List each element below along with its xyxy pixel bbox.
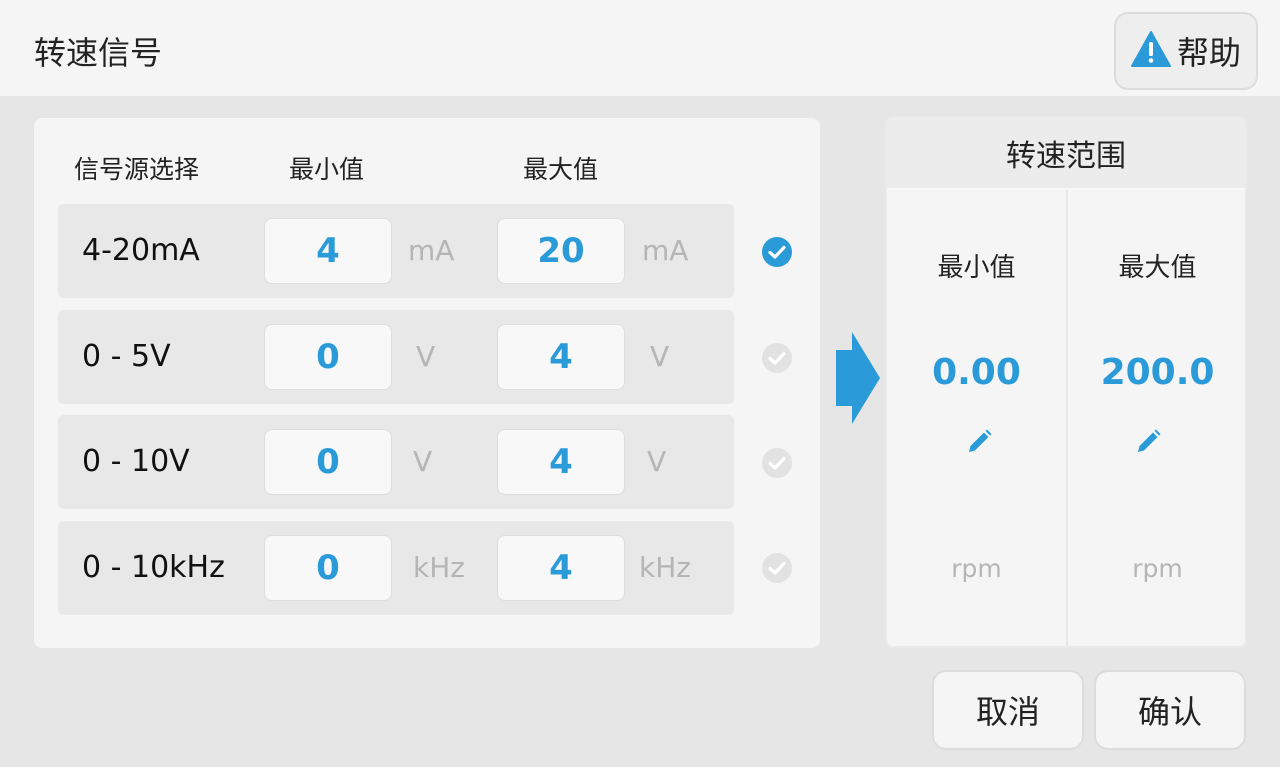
warning-icon bbox=[1130, 31, 1171, 71]
speed-max-unit: rpm bbox=[1132, 554, 1183, 583]
min-input[interactable]: 4 bbox=[264, 218, 392, 284]
max-unit: kHz bbox=[639, 551, 691, 584]
min-unit: V bbox=[416, 340, 436, 373]
max-unit: V bbox=[650, 340, 670, 373]
signal-row-0-10v[interactable]: 0 - 10V 0 V 4 V bbox=[58, 415, 734, 509]
confirm-button[interactable]: 确认 bbox=[1094, 670, 1246, 750]
check-circle-icon[interactable] bbox=[760, 446, 794, 480]
check-circle-icon[interactable] bbox=[760, 551, 794, 585]
min-input[interactable]: 0 bbox=[264, 324, 392, 390]
signal-source-panel: 信号源选择 最小值 最大值 4-20mA 4 mA 20 mA 0 - 5V 0… bbox=[34, 118, 820, 648]
max-input[interactable]: 4 bbox=[497, 535, 625, 601]
max-unit: V bbox=[647, 445, 667, 478]
signal-name: 0 - 10kHz bbox=[82, 550, 225, 585]
check-circle-icon[interactable] bbox=[760, 341, 794, 375]
min-unit: kHz bbox=[413, 551, 465, 584]
max-input[interactable]: 4 bbox=[497, 324, 625, 390]
top-bar: 转速信号 帮助 bbox=[0, 0, 1280, 96]
speed-max-value[interactable]: 200.0 bbox=[1068, 352, 1245, 393]
pencil-icon[interactable] bbox=[965, 428, 993, 456]
min-input[interactable]: 0 bbox=[264, 535, 392, 601]
help-button[interactable]: 帮助 bbox=[1114, 12, 1258, 90]
help-label: 帮助 bbox=[1176, 34, 1241, 72]
check-circle-icon[interactable] bbox=[760, 235, 794, 269]
header-max: 最大值 bbox=[523, 155, 599, 184]
header-signal-source: 信号源选择 bbox=[74, 155, 200, 184]
min-input[interactable]: 0 bbox=[264, 429, 392, 495]
signal-row-4-20ma[interactable]: 4-20mA 4 mA 20 mA bbox=[58, 204, 734, 298]
pencil-icon[interactable] bbox=[1134, 428, 1162, 456]
max-unit: mA bbox=[642, 234, 689, 267]
speed-min-value[interactable]: 0.00 bbox=[887, 352, 1066, 393]
min-unit: V bbox=[413, 445, 433, 478]
signal-row-0-10khz[interactable]: 0 - 10kHz 0 kHz 4 kHz bbox=[58, 521, 734, 615]
min-unit: mA bbox=[408, 234, 455, 267]
speed-range-title: 转速范围 bbox=[887, 118, 1245, 190]
max-input[interactable]: 20 bbox=[497, 218, 625, 284]
speed-max-label: 最大值 bbox=[1118, 253, 1197, 283]
signal-name: 4-20mA bbox=[82, 233, 200, 268]
cancel-button[interactable]: 取消 bbox=[932, 670, 1084, 750]
max-input[interactable]: 4 bbox=[497, 429, 625, 495]
signal-name: 0 - 5V bbox=[82, 339, 171, 374]
speed-range-panel: 转速范围 最小值 0.00 rpm 最大值 200.0 rpm bbox=[885, 116, 1247, 648]
page-title: 转速信号 bbox=[34, 34, 163, 72]
signal-row-0-5v[interactable]: 0 - 5V 0 V 4 V bbox=[58, 310, 734, 404]
speed-max-column: 最大值 200.0 rpm bbox=[1068, 190, 1245, 646]
speed-min-unit: rpm bbox=[951, 554, 1002, 583]
arrow-right-icon bbox=[836, 332, 880, 428]
header-min: 最小值 bbox=[289, 155, 365, 184]
speed-min-column: 最小值 0.00 rpm bbox=[887, 190, 1066, 646]
signal-name: 0 - 10V bbox=[82, 444, 190, 479]
speed-min-label: 最小值 bbox=[937, 253, 1016, 283]
